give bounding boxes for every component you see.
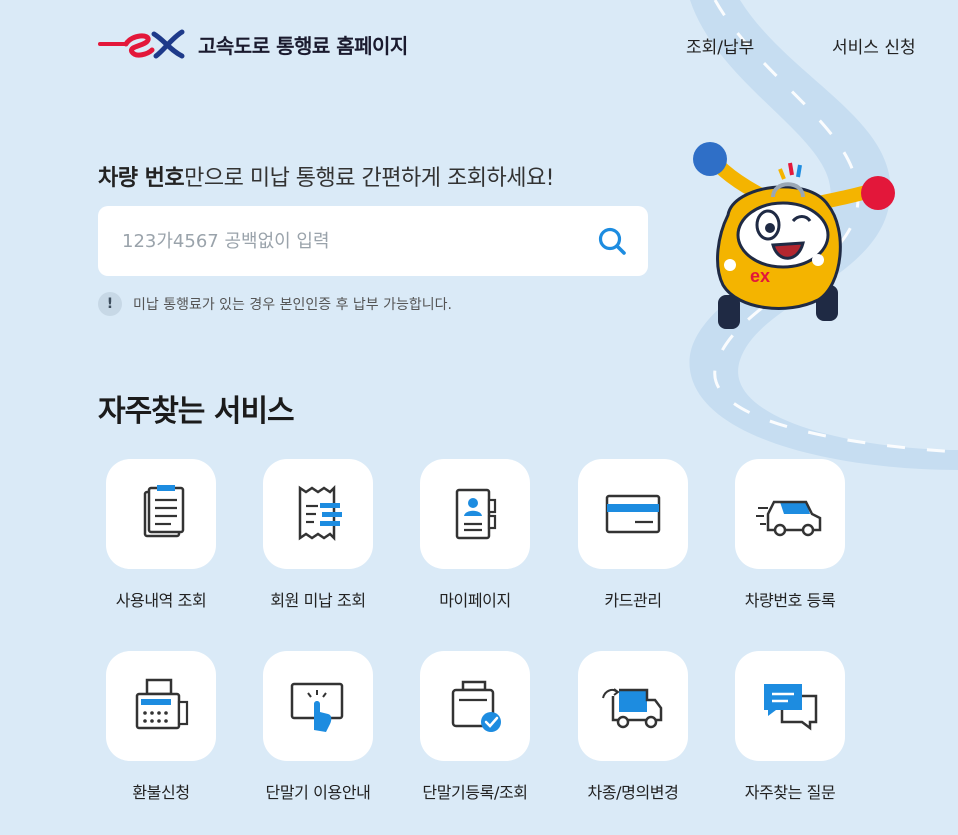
service-card[interactable] [735, 459, 845, 569]
service-label: 차량번호 등록 [744, 591, 836, 610]
search-box [98, 206, 648, 276]
service-card-management[interactable]: 카드관리 [553, 459, 713, 611]
service-member-unpaid[interactable]: 회원 미납 조회 [238, 459, 398, 611]
svg-text:ex: ex [750, 266, 770, 286]
service-label: 환불신청 [132, 783, 190, 802]
service-label: 단말기등록/조회 [422, 783, 528, 802]
service-label: 마이페이지 [439, 591, 511, 610]
ex-logo-icon [98, 29, 185, 59]
search-headline-rest: 만으로 미납 통행료 간편하게 조회하세요! [184, 166, 554, 191]
service-card[interactable] [578, 459, 688, 569]
touch-terminal-icon [290, 682, 344, 732]
service-card[interactable] [420, 459, 530, 569]
service-card[interactable] [263, 459, 373, 569]
vehicle-number-input[interactable] [122, 224, 562, 258]
service-card[interactable] [106, 651, 216, 761]
service-card[interactable] [578, 651, 688, 761]
fax-machine-icon [135, 678, 189, 730]
service-terminal-guide[interactable]: 단말기 이용안내 [238, 651, 398, 803]
service-label: 카드관리 [604, 591, 662, 610]
nav-service-application[interactable]: 서비스 신청 [832, 33, 916, 58]
logo-title: 고속도로 통행료 홈페이지 [198, 33, 408, 58]
service-terminal-registration[interactable]: 단말기등록/조회 [395, 651, 555, 803]
search-headline: 차량 번호만으로 미납 통행료 간편하게 조회하세요! [98, 160, 554, 192]
service-card[interactable] [420, 651, 530, 761]
service-refund[interactable]: 환불신청 [81, 651, 241, 803]
service-vehicle-type-change[interactable]: 차종/명의변경 [553, 651, 713, 803]
nav-inquiry-payment[interactable]: 조회/납부 [686, 33, 754, 58]
service-label: 차종/명의변경 [587, 783, 679, 802]
credit-card-icon [605, 494, 661, 534]
service-card[interactable] [263, 651, 373, 761]
notice-text: 미납 통행료가 있는 경우 본인인증 후 납부 가능합니다. [133, 297, 452, 313]
chat-bubbles-icon [764, 684, 818, 731]
site-logo[interactable]: 고속도로 통행료 홈페이지 [98, 26, 408, 62]
service-card[interactable] [106, 459, 216, 569]
service-mypage[interactable]: 마이페이지 [395, 459, 555, 611]
services-title: 자주찾는 서비스 [98, 394, 295, 429]
service-usage-history[interactable]: 사용내역 조회 [81, 459, 241, 611]
clipboard-list-icon [143, 485, 185, 538]
search-headline-bold: 차량 번호 [98, 166, 185, 191]
site-header: 고속도로 통행료 홈페이지 조회/납부 서비스 신청 [0, 0, 958, 90]
service-vehicle-registration[interactable]: 차량번호 등록 [710, 459, 870, 611]
service-faq[interactable]: 자주찾는 질문 [710, 651, 870, 803]
exclamation-icon: ! [98, 292, 122, 316]
service-label: 자주찾는 질문 [744, 783, 836, 802]
van-icon [756, 500, 822, 537]
search-icon[interactable] [596, 225, 628, 257]
terminal-check-icon [451, 680, 501, 732]
truck-change-icon [602, 688, 663, 729]
service-label: 단말기 이용안내 [265, 783, 371, 802]
receipt-icon [298, 484, 342, 542]
service-label: 사용내역 조회 [115, 591, 207, 610]
service-label: 회원 미납 조회 [270, 591, 366, 610]
service-card[interactable] [735, 651, 845, 761]
mascot-car-icon: ex [693, 142, 895, 329]
notice: ! 미납 통행료가 있는 경우 본인인증 후 납부 가능합니다. [98, 292, 452, 316]
profile-book-icon [455, 488, 497, 540]
